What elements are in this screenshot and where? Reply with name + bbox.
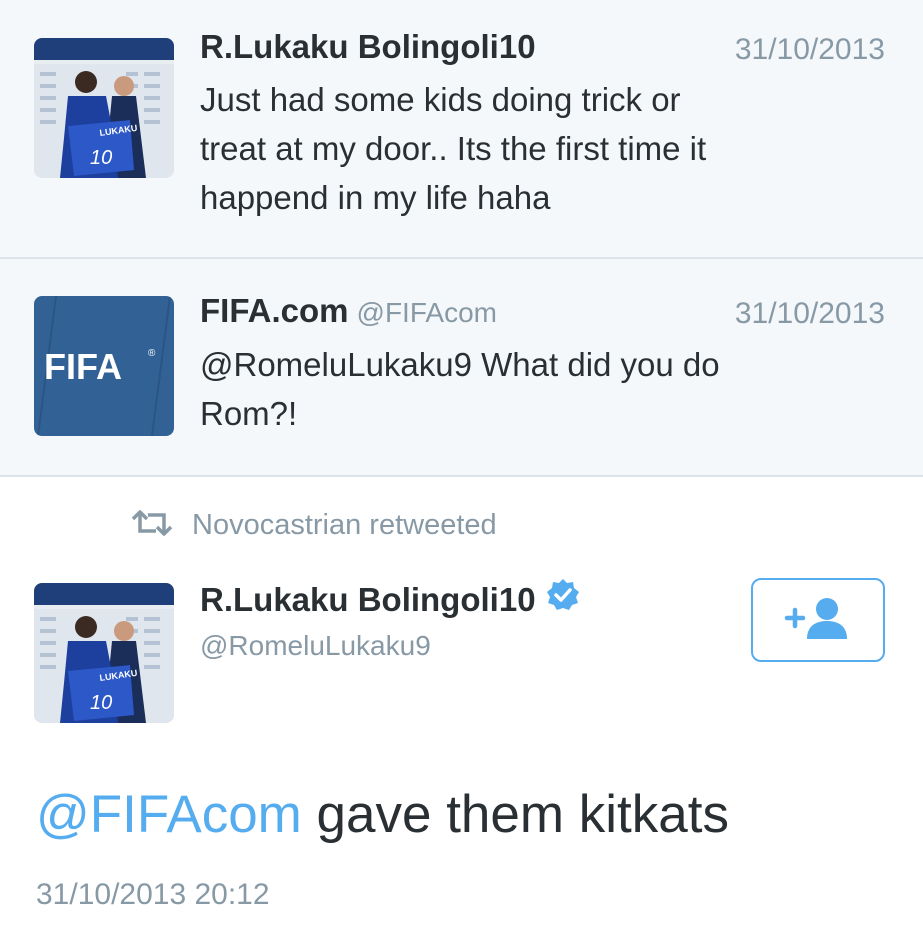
tweet-author-name[interactable]: R.Lukaku Bolingoli10 [200,28,536,66]
detail-author-handle[interactable]: @RomeluLukaku9 [200,630,431,662]
retweet-label[interactable]: Novocastrian retweeted [192,509,497,542]
retweet-context[interactable]: Novocastrian retweeted [130,505,497,545]
tweet-text-line: treat at my door.. Its the first time it [200,130,707,167]
svg-text:FIFA: FIFA [44,346,122,387]
tweet-author-name[interactable]: FIFA.com @FIFAcom [200,292,497,330]
tweet-text-line: happend in my life haha [200,179,551,216]
tweet-text: @RomeluLukaku9 What did you do Rom?! [200,340,880,438]
tweet-text-line: Rom?! [200,395,298,432]
twitter-screen: LUKAKU 10 R.Lukaku Bolingoli10 31/10/201… [0,0,923,929]
author-name[interactable]: FIFA.com [200,292,349,329]
avatar-lukaku[interactable]: LUKAKU 10 [34,38,174,178]
author-handle[interactable]: @FIFAcom [357,297,497,328]
tweet-text: Just had some kids doing trick or treat … [200,75,880,222]
svg-text:®: ® [148,348,156,359]
tweet-text-body: gave them kitkats [301,785,729,844]
tweet-timestamp[interactable]: 31/10/2013 20:12 [36,878,270,912]
avatar-lukaku-detail[interactable]: LUKAKU 10 [34,583,174,723]
follow-button[interactable] [751,578,885,662]
tweet-date: 31/10/2013 [734,297,885,330]
author-name[interactable]: R.Lukaku Bolingoli10 [200,581,536,618]
add-user-icon [783,595,853,646]
tweet-text-line: @RomeluLukaku9 What did you do [200,346,720,383]
tweet-date: 31/10/2013 [734,33,885,66]
avatar-fifa[interactable]: FIFA ® [34,296,174,436]
divider [0,475,923,477]
svg-text:10: 10 [90,147,112,169]
mention-link[interactable]: @FIFAcom [36,785,302,844]
retweet-icon [130,509,174,542]
detail-tweet-text: @FIFAcom gave them kitkats [36,784,729,845]
verified-badge-icon [546,578,580,620]
tweet-fifa[interactable]: FIFA ® FIFA.com @FIFAcom 31/10/2013 @Rome… [0,259,923,475]
svg-text:10: 10 [90,692,112,714]
tweet-lukaku[interactable]: LUKAKU 10 R.Lukaku Bolingoli10 31/10/201… [0,0,923,257]
detail-author-name[interactable]: R.Lukaku Bolingoli10 [200,578,580,623]
tweet-text-line: Just had some kids doing trick or [200,81,681,118]
